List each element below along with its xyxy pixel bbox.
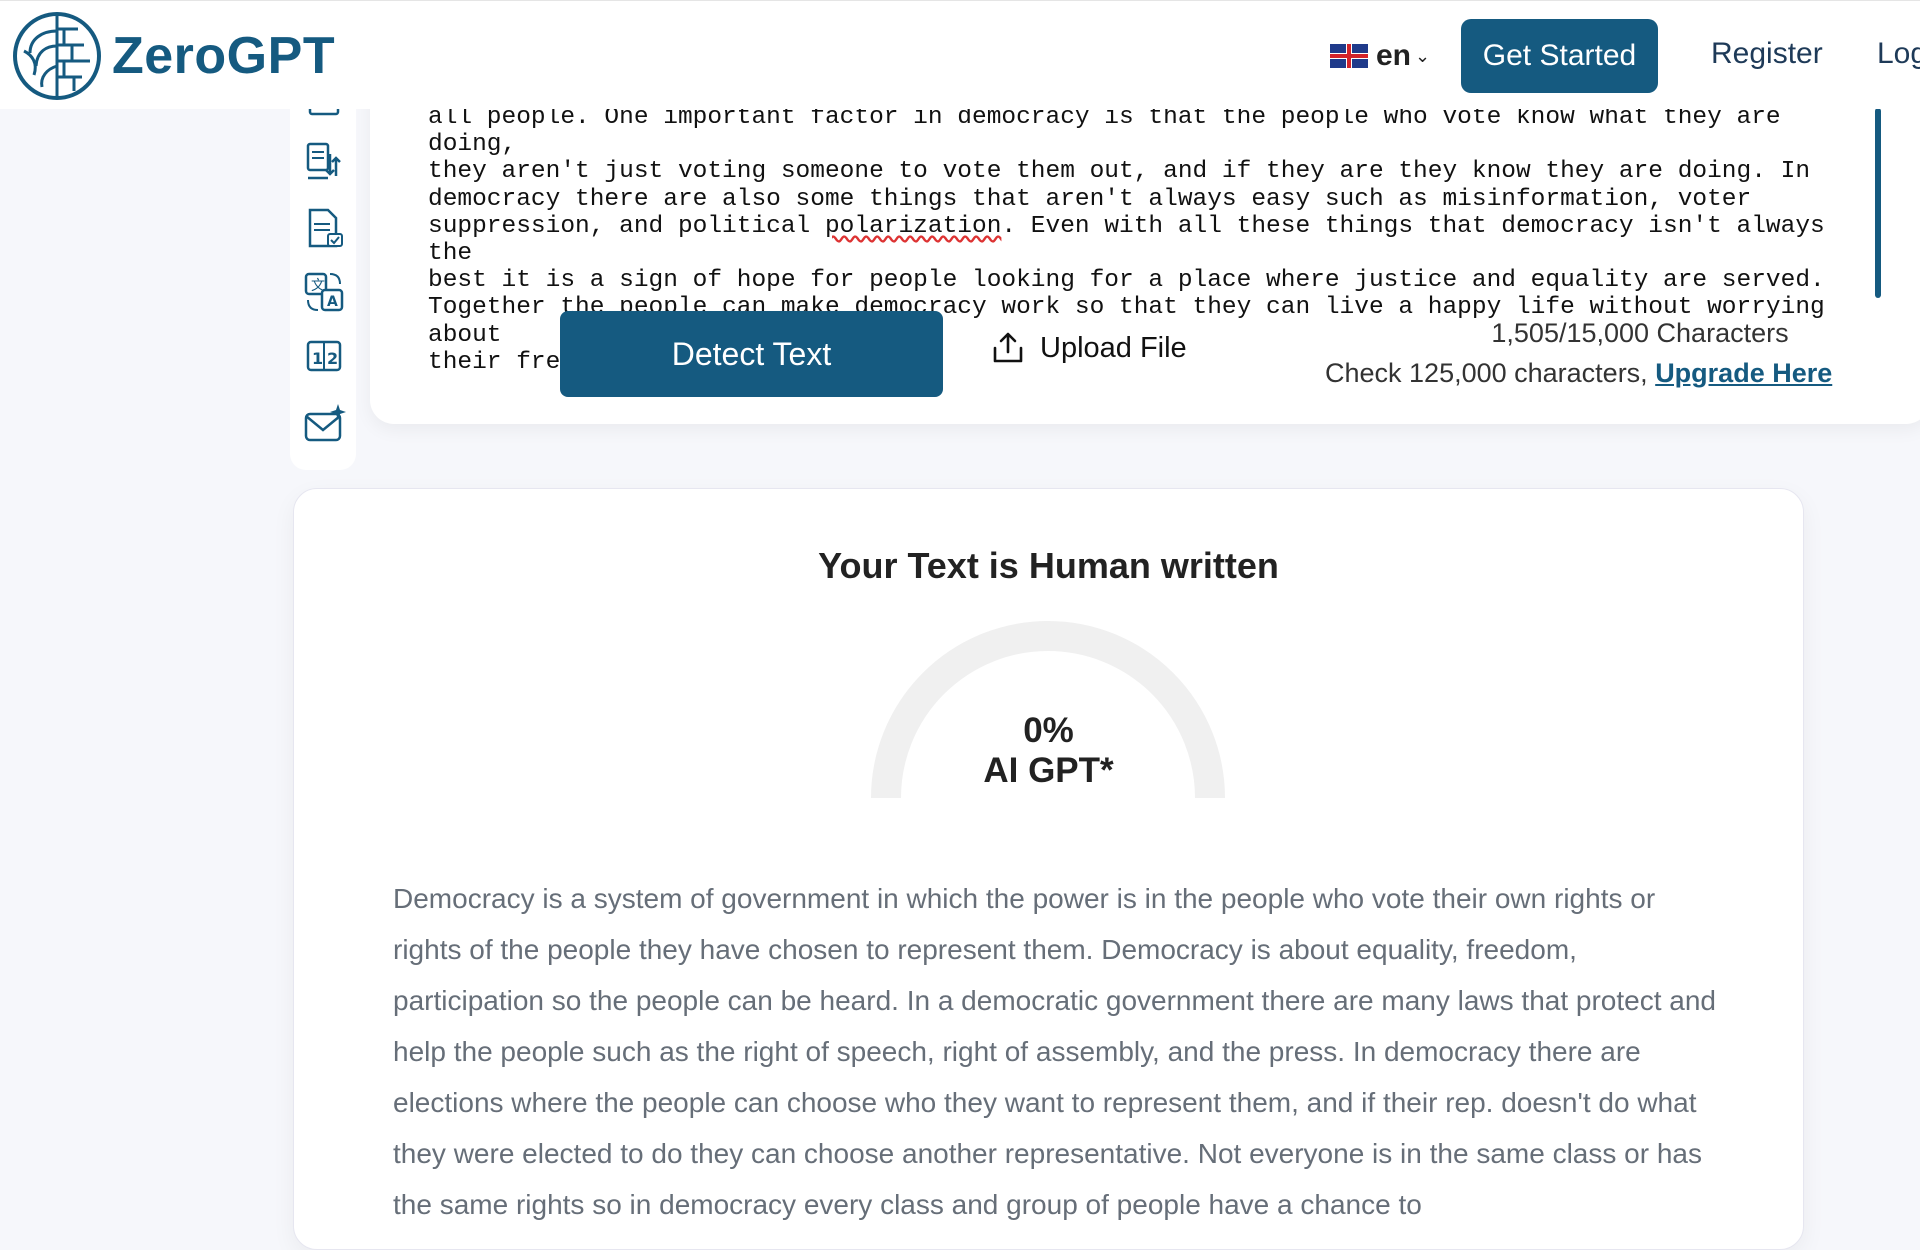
upgrade-prefix: Check 125,000 characters,	[1325, 358, 1656, 388]
analyzed-text: Democracy is a system of government in w…	[393, 883, 1716, 1220]
text-input-card: all people. One important factor in demo…	[370, 80, 1920, 424]
svg-text:A: A	[327, 294, 338, 310]
document-transfer-icon[interactable]	[302, 140, 346, 184]
tools-sidebar: 文A 12	[290, 80, 356, 470]
get-started-button[interactable]: Get Started	[1461, 19, 1658, 93]
text-scrollbar[interactable]	[1875, 108, 1881, 298]
brain-logo-icon	[13, 12, 101, 100]
character-count: 1,505/15,000 Characters	[1491, 318, 1789, 348]
svg-text:1: 1	[312, 349, 323, 368]
upload-file-label: Upload File	[1040, 331, 1187, 364]
result-title: Your Text is Human written	[818, 545, 1279, 586]
ai-gauge-label: AI GPT*	[983, 751, 1114, 790]
counter-icon[interactable]: 12	[302, 334, 346, 378]
translate-icon[interactable]: 文A	[302, 270, 346, 314]
chevron-down-icon: ⌄	[1415, 45, 1431, 66]
ai-percentage: 0%	[1023, 711, 1074, 750]
upgrade-line: Check 125,000 characters, Upgrade Here	[1325, 358, 1832, 389]
uk-flag-icon	[1330, 44, 1368, 68]
svg-text:2: 2	[327, 349, 338, 368]
language-label: en	[1376, 39, 1412, 72]
upgrade-link[interactable]: Upgrade Here	[1655, 358, 1832, 388]
detect-text-button[interactable]: Detect Text	[560, 311, 943, 397]
top-header: ZeroGPT en ⌄ Get Started Register Log	[0, 0, 1920, 109]
register-link[interactable]: Register	[1711, 37, 1823, 71]
logo[interactable]: ZeroGPT	[12, 11, 335, 101]
language-selector[interactable]: en ⌄	[1330, 39, 1430, 73]
result-card: Your Text is Human written 0% AI GPT* De…	[293, 488, 1804, 1250]
spellcheck-word: polarization	[824, 212, 1002, 240]
document-check-icon[interactable]	[302, 206, 346, 250]
upload-file-button[interactable]: Upload File	[990, 330, 1187, 366]
brand-name: ZeroGPT	[112, 27, 336, 85]
email-sparkle-icon[interactable]	[302, 402, 346, 446]
upload-icon	[993, 332, 1023, 363]
login-link[interactable]: Log	[1877, 37, 1920, 71]
